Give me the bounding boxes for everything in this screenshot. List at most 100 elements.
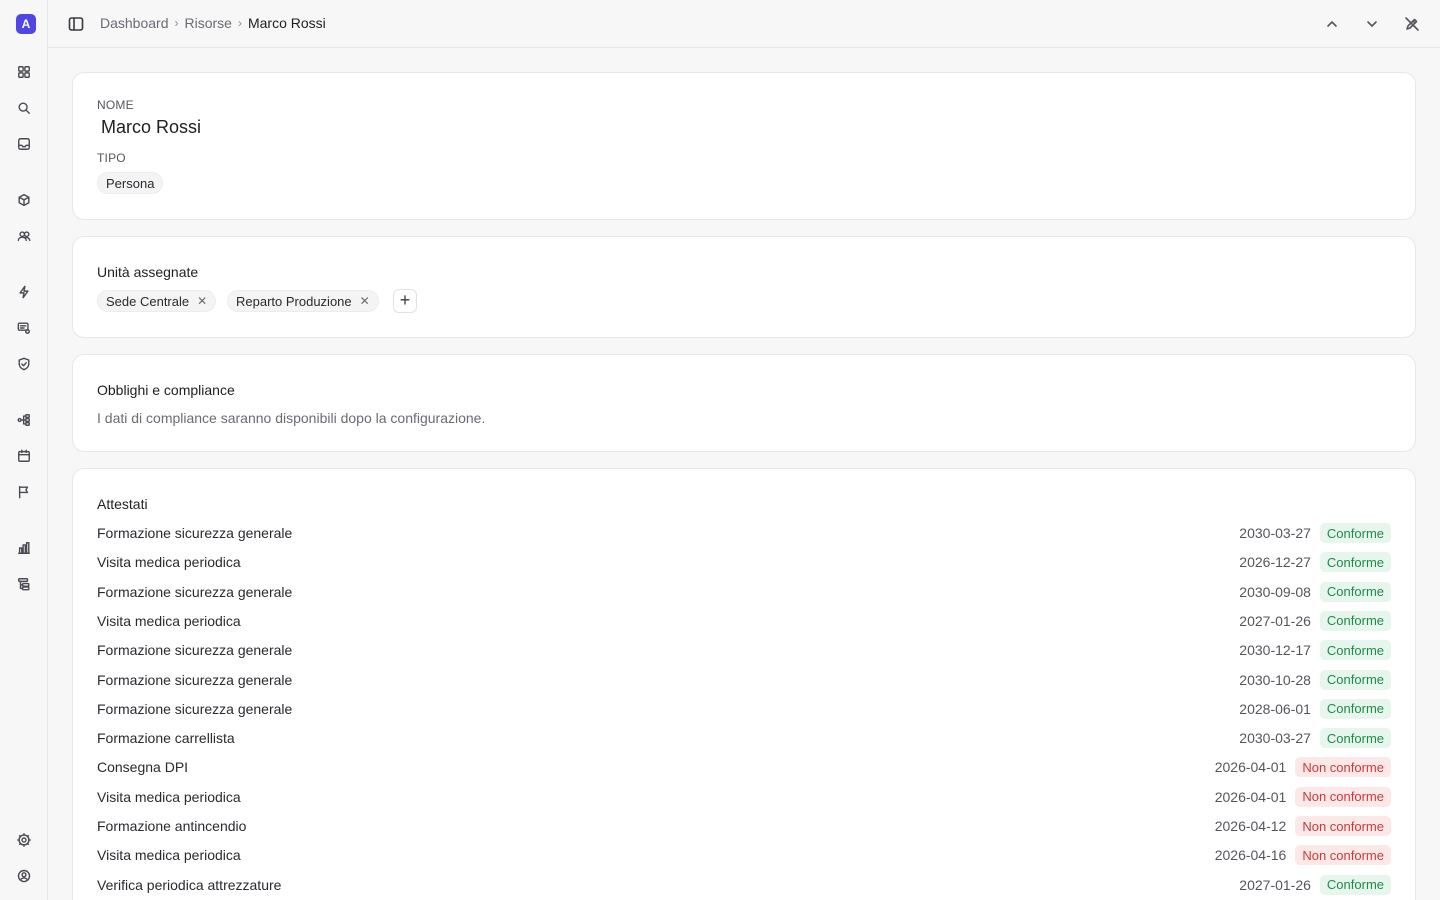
- calendar-icon[interactable]: [16, 448, 32, 464]
- grid-icon[interactable]: [16, 64, 32, 80]
- table-row[interactable]: Formazione sicurezza generale 2028-06-01 C…: [97, 698, 1391, 720]
- sidebar-toggle-icon[interactable]: [68, 16, 84, 32]
- workflow-icon[interactable]: [16, 412, 32, 428]
- edit-off-icon[interactable]: [1404, 16, 1420, 32]
- status-badge: Conforme: [1319, 874, 1391, 895]
- status-badge: Conforme: [1319, 552, 1391, 573]
- compliance-title: Obblighi e compliance: [97, 382, 235, 398]
- users-icon[interactable]: [16, 228, 32, 244]
- resource-info-card: NOME Marco Rossi TIPO Persona: [72, 72, 1416, 220]
- attestato-date: 2026-04-16: [1214, 847, 1287, 864]
- table-row[interactable]: Visita medica periodica 2026-04-01 Non con…: [97, 786, 1391, 808]
- unit-chip-label: Reparto Produzione: [236, 293, 352, 309]
- settings-icon[interactable]: [16, 832, 32, 848]
- attestato-date: 2026-04-01: [1214, 788, 1287, 805]
- status-badge: Conforme: [1319, 698, 1391, 719]
- chevron-down-icon[interactable]: [1364, 16, 1380, 32]
- breadcrumb-risorse[interactable]: Risorse: [185, 15, 232, 31]
- zap-icon[interactable]: [16, 284, 32, 300]
- status-badge: Conforme: [1319, 610, 1391, 631]
- table-row[interactable]: Formazione sicurezza generale 2030-09-08 C…: [97, 581, 1391, 603]
- compliance-message: I dati di compliance saranno disponibili…: [97, 410, 486, 426]
- sidebar: A: [0, 0, 48, 900]
- add-unit-button[interactable]: +: [393, 289, 417, 313]
- table-row[interactable]: Formazione antincendio 2026-04-12 Non conf…: [97, 815, 1391, 837]
- close-icon[interactable]: ✕: [197, 294, 207, 308]
- inbox-icon[interactable]: [16, 136, 32, 152]
- attestato-name: Visita medica periodica: [97, 554, 241, 571]
- chat-list-icon[interactable]: [16, 320, 32, 336]
- status-badge: Non conforme: [1295, 757, 1391, 778]
- table-row[interactable]: Visita medica periodica 2026-12-27 Conform…: [97, 551, 1391, 573]
- flag-icon[interactable]: [16, 484, 32, 500]
- attestato-date: 2030-03-27: [1239, 730, 1311, 747]
- attestato-date: 2027-01-26: [1239, 612, 1311, 629]
- top-bar: Dashboard › Risorse › Marco Rossi: [48, 0, 1440, 48]
- table-row[interactable]: Visita medica periodica 2027-01-26 Conform…: [97, 610, 1391, 632]
- name-label: NOME: [97, 98, 134, 112]
- attestato-name: Formazione sicurezza generale: [97, 525, 293, 541]
- attestato-name: Visita medica periodica: [97, 788, 241, 805]
- type-label: TIPO: [97, 151, 126, 165]
- attestato-name: Consegna DPI: [97, 759, 189, 776]
- status-badge: Non conforme: [1295, 786, 1391, 807]
- attestato-name: Visita medica periodica: [97, 847, 241, 864]
- attestato-name: Formazione antincendio: [97, 818, 247, 834]
- attestato-name: Visita medica periodica: [97, 612, 241, 629]
- user-circle-icon[interactable]: [16, 868, 32, 884]
- status-badge: Conforme: [1319, 728, 1391, 749]
- attestato-date: 2030-03-27: [1239, 525, 1311, 541]
- unit-chip-label: Sede Centrale: [106, 293, 190, 309]
- units-card: Unità assegnate Sede Centrale ✕ Reparto …: [72, 236, 1416, 338]
- status-badge: Conforme: [1319, 640, 1391, 661]
- status-badge: Non conforme: [1295, 845, 1391, 866]
- attestati-title: Attestati: [97, 496, 148, 512]
- status-badge: Conforme: [1319, 581, 1391, 602]
- units-title: Unità assegnate: [97, 264, 199, 280]
- attestato-name: Formazione carrellista: [97, 730, 235, 747]
- chevron-right-icon: ›: [237, 16, 242, 30]
- table-row[interactable]: Consegna DPI 2026-04-01 Non conforme: [97, 756, 1391, 778]
- attestato-date: 2026-04-01: [1214, 759, 1287, 776]
- attestato-name: Formazione sicurezza generale: [97, 700, 293, 717]
- table-row[interactable]: Verifica periodica attrezzature 2027-01-2…: [97, 874, 1391, 896]
- type-chip[interactable]: Persona: [97, 172, 164, 194]
- attestato-name: Formazione sicurezza generale: [97, 583, 293, 600]
- resource-name[interactable]: Marco Rossi: [101, 117, 201, 138]
- attestato-date: 2027-01-26: [1239, 876, 1311, 893]
- compliance-card: Obblighi e compliance I dati di complian…: [72, 354, 1416, 452]
- shield-check-icon[interactable]: [16, 356, 32, 372]
- unit-chip[interactable]: Reparto Produzione ✕: [227, 290, 379, 312]
- breadcrumb-current: Marco Rossi: [247, 15, 326, 31]
- status-badge: Non conforme: [1295, 816, 1391, 836]
- table-row[interactable]: Formazione sicurezza generale 2030-10-28 C…: [97, 669, 1391, 691]
- table-row[interactable]: Formazione carrellista 2030-03-27 Conforme: [97, 727, 1391, 749]
- chevron-up-icon[interactable]: [1324, 16, 1340, 32]
- table-row[interactable]: Visita medica periodica 2026-04-16 Non con…: [97, 844, 1391, 866]
- close-icon[interactable]: ✕: [360, 294, 370, 308]
- attestato-date: 2026-12-27: [1239, 554, 1311, 571]
- attestato-name: Verifica periodica attrezzature: [97, 876, 282, 893]
- breadcrumb-dashboard[interactable]: Dashboard: [100, 15, 169, 31]
- attestato-name: Formazione sicurezza generale: [97, 642, 293, 659]
- breadcrumb: Dashboard › Risorse › Marco Rossi: [100, 15, 326, 31]
- attestato-date: 2030-09-08: [1239, 583, 1311, 600]
- table-row[interactable]: Formazione sicurezza generale 2030-12-17 C…: [97, 639, 1391, 661]
- attestato-name: Formazione sicurezza generale: [97, 671, 293, 688]
- file-tree-icon[interactable]: [16, 576, 32, 592]
- status-badge: Conforme: [1319, 523, 1391, 543]
- bar-chart-icon[interactable]: [16, 540, 32, 556]
- attestato-date: 2030-12-17: [1239, 642, 1311, 659]
- app-logo[interactable]: A: [16, 14, 36, 34]
- attestato-date: 2030-10-28: [1239, 671, 1311, 688]
- search-icon[interactable]: [16, 100, 32, 116]
- table-row[interactable]: Formazione sicurezza generale 2030-03-27 C…: [97, 522, 1391, 544]
- unit-chip[interactable]: Sede Centrale ✕: [97, 290, 217, 312]
- attestati-card: Attestati Formazione sicurezza generale 2…: [72, 468, 1416, 900]
- box-icon[interactable]: [16, 192, 32, 208]
- status-badge: Conforme: [1319, 669, 1391, 690]
- attestato-date: 2028-06-01: [1239, 700, 1311, 717]
- type-value: Persona: [106, 175, 155, 191]
- attestato-date: 2026-04-12: [1214, 818, 1287, 834]
- chevron-right-icon: ›: [174, 16, 179, 30]
